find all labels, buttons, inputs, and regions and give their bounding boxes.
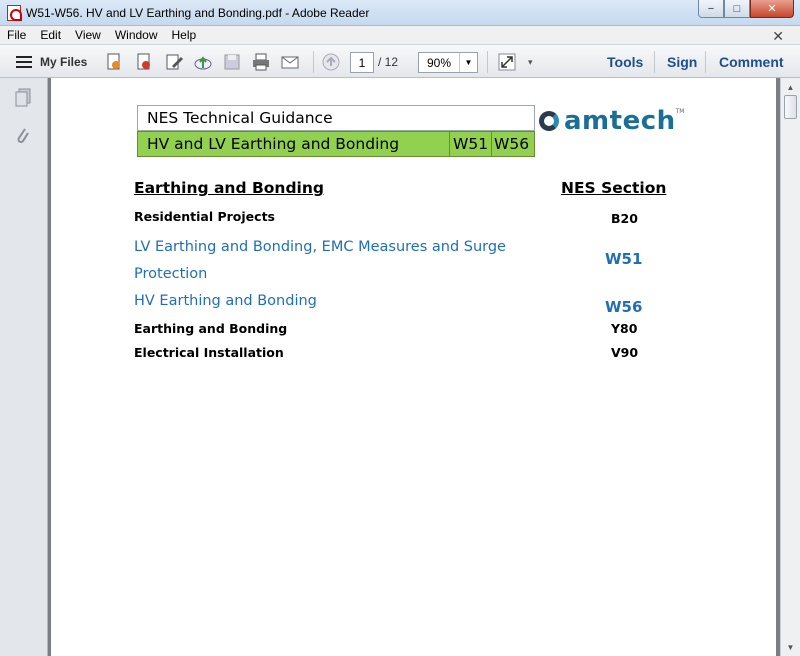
page-number-input[interactable]: 1	[350, 52, 374, 73]
scroll-down-arrow-icon[interactable]: ▼	[784, 641, 797, 653]
page-total: / 12	[378, 55, 399, 69]
zoom-select[interactable]: 90% ▼	[418, 52, 478, 73]
menu-view[interactable]: View	[75, 28, 101, 42]
close-button[interactable]: ✕	[750, 0, 794, 18]
amtech-logo: amtech TM	[539, 106, 684, 136]
toolbar: My Files 1 / 12 90% ▼ ▾ Tools Sign Comme…	[0, 44, 800, 78]
row-link-label[interactable]: LV Earthing and Bonding, EMC Measures an…	[134, 234, 534, 288]
header-code-w56: W56	[491, 132, 534, 156]
tools-button[interactable]: Tools	[607, 51, 643, 73]
maximize-button[interactable]: □	[724, 0, 750, 18]
edit-pencil-icon	[166, 54, 183, 70]
sign-button[interactable]: Sign	[667, 51, 697, 73]
row-code: B20	[611, 211, 638, 226]
row-label: Earthing and Bonding	[134, 321, 288, 336]
menu-help[interactable]: Help	[172, 28, 197, 42]
navigation-panel	[0, 78, 48, 656]
upload-cloud-button[interactable]	[193, 51, 213, 73]
envelope-icon	[281, 56, 299, 69]
hamburger-menu-icon[interactable]	[16, 56, 32, 68]
save-disk-icon	[224, 54, 240, 70]
my-files-button[interactable]: My Files	[40, 51, 87, 73]
header-title: NES Technical Guidance	[137, 105, 535, 131]
zoom-value: 90%	[427, 55, 452, 70]
menu-edit[interactable]: Edit	[40, 28, 61, 42]
export-pdf-button[interactable]	[134, 51, 154, 73]
header-subtitle-row: HV and LV Earthing and Bonding W51 W56	[137, 131, 535, 157]
menu-window[interactable]: Window	[115, 28, 158, 42]
row-link-label[interactable]: HV Earthing and Bonding	[134, 288, 317, 315]
pdf-file-icon	[7, 5, 22, 21]
row-link-code[interactable]: W51	[605, 250, 642, 268]
section-heading-right: NES Section	[561, 179, 667, 197]
toolbar-separator	[654, 51, 655, 73]
fullscreen-button[interactable]	[497, 51, 517, 73]
header-code-w51: W51	[449, 132, 491, 156]
toolbar-separator	[705, 51, 706, 73]
export-pdf-icon	[137, 53, 150, 70]
toolbar-overflow-icon[interactable]: ▾	[528, 51, 533, 73]
email-button[interactable]	[280, 51, 300, 73]
page-thumbnails-icon[interactable]	[14, 88, 32, 108]
document-view[interactable]: NES Technical Guidance HV and LV Earthin…	[48, 78, 780, 656]
header-subtitle: HV and LV Earthing and Bonding	[147, 135, 400, 153]
section-heading-left: Earthing and Bonding	[134, 179, 324, 197]
logo-text: amtech	[564, 106, 676, 136]
chevron-down-icon[interactable]: ▼	[459, 53, 477, 72]
comment-button[interactable]: Comment	[719, 51, 784, 73]
window-controls: − □ ✕	[698, 0, 794, 19]
pdf-page: NES Technical Guidance HV and LV Earthin…	[51, 78, 776, 656]
create-pdf-icon	[107, 53, 120, 70]
previous-page-button[interactable]	[321, 51, 341, 73]
cloud-upload-icon	[194, 56, 212, 70]
menu-file[interactable]: File	[7, 28, 26, 42]
attachments-paperclip-icon[interactable]	[14, 126, 32, 146]
arrow-up-circle-icon	[322, 53, 340, 71]
title-bar: W51-W56. HV and LV Earthing and Bonding.…	[0, 0, 800, 26]
print-button[interactable]	[251, 51, 271, 73]
menu-bar: File Edit View Window Help ✕	[0, 26, 800, 44]
printer-icon	[253, 53, 269, 71]
row-link-code[interactable]: W56	[605, 298, 642, 316]
expand-arrows-icon	[498, 53, 516, 71]
row-label: Electrical Installation	[134, 345, 284, 360]
logo-trademark: TM	[675, 108, 685, 115]
vertical-scrollbar[interactable]: ▲ ▼	[780, 78, 800, 656]
row-code: Y80	[611, 321, 638, 336]
create-pdf-button[interactable]	[104, 51, 124, 73]
toolbar-separator	[487, 51, 488, 73]
close-document-icon[interactable]: ✕	[772, 28, 784, 45]
toolbar-separator	[313, 51, 314, 73]
scrollbar-thumb[interactable]	[784, 95, 797, 119]
row-label: Residential Projects	[134, 209, 275, 224]
scroll-up-arrow-icon[interactable]: ▲	[784, 81, 797, 93]
row-code: V90	[611, 345, 639, 360]
amtech-logo-icon	[539, 111, 559, 131]
minimize-button[interactable]: −	[698, 0, 724, 18]
save-button[interactable]	[222, 51, 242, 73]
window-title: W51-W56. HV and LV Earthing and Bonding.…	[26, 6, 370, 20]
edit-pdf-button[interactable]	[164, 51, 184, 73]
